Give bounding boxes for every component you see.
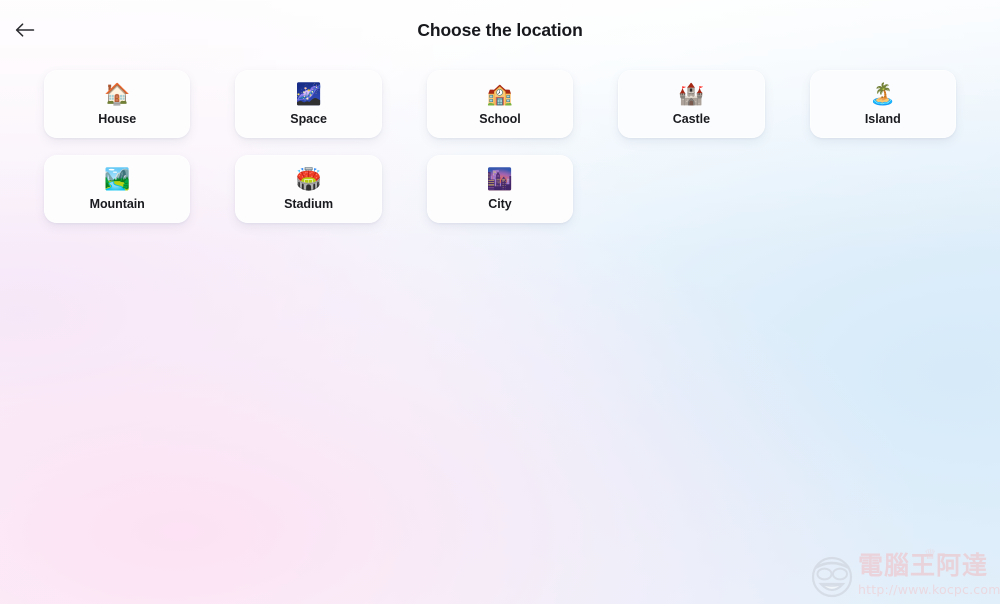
location-card-label: Space xyxy=(290,111,327,126)
castle-emoji: 🏰 xyxy=(678,83,705,107)
page-header: Choose the location xyxy=(0,0,1000,62)
page-title: Choose the location xyxy=(417,20,583,40)
location-card-label: Castle xyxy=(672,111,710,126)
location-card-label: School xyxy=(479,111,521,126)
milky-way-emoji: 🌌 xyxy=(295,83,322,107)
location-card-label: House xyxy=(98,111,137,126)
location-card-label: Island xyxy=(864,111,901,126)
mountain-emoji: 🏞️ xyxy=(104,168,131,192)
location-card-label: Mountain xyxy=(89,196,145,211)
location-card-stadium[interactable]: 🏟️ Stadium xyxy=(235,155,382,223)
location-card-castle[interactable]: 🏰 Castle xyxy=(618,70,765,138)
cityscape-emoji: 🌆 xyxy=(486,168,514,192)
location-card-city[interactable]: 🌆 City xyxy=(426,155,574,223)
location-card-school[interactable]: 🏫 School xyxy=(426,70,574,138)
school-emoji: 🏫 xyxy=(486,83,514,107)
location-card-house[interactable]: 🏠 House xyxy=(44,70,191,138)
location-card-space[interactable]: 🌌 Space xyxy=(235,70,382,138)
location-card-label: Stadium xyxy=(284,196,334,211)
house-emoji: 🏠 xyxy=(104,83,131,107)
island-emoji: 🏝️ xyxy=(869,83,896,107)
location-grid: 🏠 House 🌌 Space 🏫 School 🏰 Castle 🏝️ Isl… xyxy=(44,70,956,223)
location-card-island[interactable]: 🏝️ Island xyxy=(809,70,956,138)
location-card-label: City xyxy=(488,196,512,211)
location-card-mountain[interactable]: 🏞️ Mountain xyxy=(44,155,191,223)
stadium-emoji: 🏟️ xyxy=(295,168,322,192)
